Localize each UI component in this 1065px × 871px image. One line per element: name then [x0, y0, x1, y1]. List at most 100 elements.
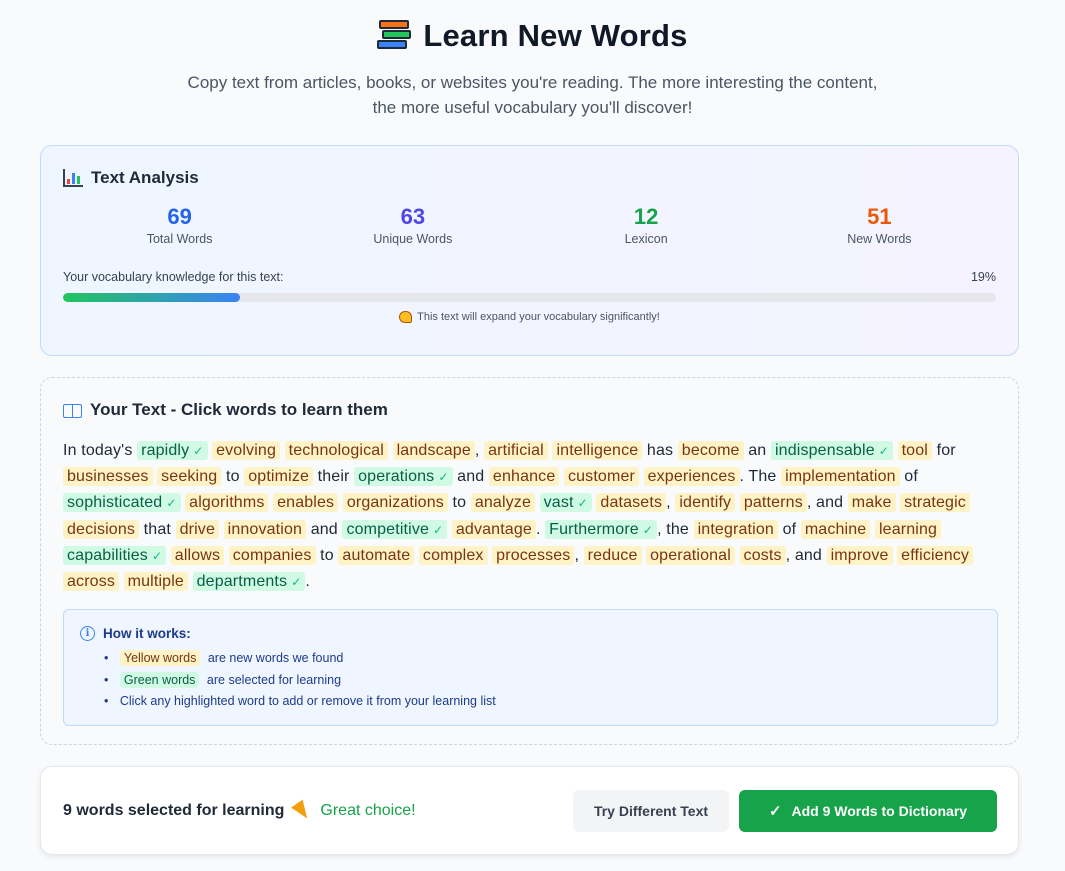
new-word[interactable]: processes — [492, 545, 575, 565]
new-word[interactable]: enables — [273, 493, 339, 513]
new-word[interactable]: experiences — [643, 467, 740, 487]
green-words-desc: are selected for learning — [206, 672, 342, 687]
word-text: evolving — [216, 442, 277, 459]
list-item: Yellow words are new words we found — [104, 648, 981, 670]
new-word[interactable]: costs — [739, 545, 786, 565]
word-text: learning — [878, 520, 938, 538]
word-text: improve — [830, 546, 889, 564]
new-word[interactable]: efficiency — [897, 545, 974, 565]
text-fragment: to — [225, 468, 240, 486]
new-word[interactable]: integration — [693, 519, 778, 539]
text-fragment: and — [457, 468, 485, 486]
new-word[interactable]: intelligence — [552, 441, 643, 460]
text-fragment: their — [317, 468, 350, 486]
word-text: algorithms — [189, 494, 265, 512]
selected-word[interactable]: sophisticated ✓ — [63, 493, 181, 513]
new-word[interactable]: customer — [563, 467, 639, 487]
word-text: allows — [174, 546, 221, 564]
party-popper-icon — [291, 799, 314, 822]
text-fragment: . — [535, 520, 541, 538]
stat-value: 69 — [167, 204, 192, 229]
great-choice-text: Great choice! — [320, 801, 416, 819]
new-word[interactable]: seeking — [157, 467, 222, 487]
new-word[interactable]: across — [63, 572, 120, 592]
new-word[interactable]: evolving — [212, 441, 281, 460]
new-word[interactable]: strategic — [900, 493, 970, 513]
new-word[interactable]: multiple — [123, 572, 188, 592]
new-word[interactable]: machine — [800, 519, 871, 539]
new-word[interactable]: innovation — [223, 519, 307, 539]
check-icon: ✓ — [878, 444, 889, 458]
word-text: artificial — [488, 442, 544, 459]
selected-word[interactable]: vast ✓ — [539, 493, 592, 513]
new-word[interactable]: organizations — [342, 493, 448, 513]
new-word[interactable]: technological — [284, 441, 388, 460]
try-different-text-button[interactable]: Try Different Text — [573, 789, 729, 832]
new-word[interactable]: improve — [826, 545, 893, 565]
how-it-works-list: Yellow words are new words we found Gree… — [80, 648, 981, 713]
selected-word[interactable]: rapidly ✓ — [137, 441, 208, 460]
new-word[interactable]: implementation — [781, 467, 900, 487]
stat-label: Unique Words — [373, 232, 453, 246]
new-word[interactable]: complex — [418, 545, 488, 565]
word-text: reduce — [587, 546, 638, 564]
selected-word[interactable]: indispensable ✓ — [770, 441, 893, 460]
selected-word[interactable]: operations ✓ — [354, 467, 453, 487]
page-header: Learn New Words Copy text from articles,… — [0, 0, 1065, 120]
word-text: companies — [232, 546, 312, 564]
yellow-words-chip: Yellow words — [119, 650, 201, 667]
page-title: Learn New Words — [423, 18, 688, 53]
word-text: organizations — [346, 494, 444, 512]
new-word[interactable]: companies — [228, 545, 316, 565]
new-word[interactable]: make — [847, 493, 896, 513]
selected-word[interactable]: capabilities ✓ — [63, 545, 167, 565]
new-word[interactable]: datasets — [596, 493, 667, 513]
check-icon: ✓ — [642, 522, 654, 537]
open-book-icon — [63, 403, 82, 418]
word-text: Furthermore — [549, 520, 639, 538]
selected-count: 9 words selected for learning — [63, 801, 285, 819]
word-text: implementation — [785, 468, 896, 486]
new-word[interactable]: patterns — [739, 493, 807, 513]
new-word[interactable]: decisions — [63, 519, 140, 539]
analysis-heading: Text Analysis — [63, 168, 996, 188]
word-text: make — [851, 494, 892, 512]
new-word[interactable]: enhance — [488, 467, 560, 487]
add-to-dictionary-button[interactable]: ✓ Add 9 Words to Dictionary — [739, 789, 997, 832]
selected-word[interactable]: departments ✓ — [192, 572, 306, 592]
new-word[interactable]: advantage — [451, 519, 536, 539]
text-fragment: has — [646, 442, 674, 459]
page-subtitle: Copy text from articles, books, or websi… — [187, 73, 878, 117]
analysis-title: Text Analysis — [91, 168, 199, 187]
new-word[interactable]: reduce — [583, 545, 642, 565]
new-word[interactable]: optimize — [244, 467, 314, 487]
word-text: innovation — [227, 520, 303, 538]
stat-label: New Words — [847, 232, 912, 246]
selected-word[interactable]: competitive ✓ — [342, 519, 448, 539]
word-text: complex — [422, 546, 484, 564]
text-fragment: an — [748, 442, 767, 459]
new-word[interactable]: analyze — [470, 493, 536, 513]
new-word[interactable]: algorithms — [185, 493, 269, 513]
selected-word[interactable]: Furthermore ✓ — [545, 519, 658, 539]
new-word[interactable]: landscape — [392, 441, 475, 460]
text-fragment: , — [474, 442, 480, 459]
new-word[interactable]: allows — [170, 545, 225, 565]
info-icon: i — [80, 626, 95, 642]
new-word[interactable]: artificial — [484, 441, 548, 460]
list-item: Click any highlighted word to add or rem… — [104, 691, 981, 713]
new-word[interactable]: identify — [675, 493, 736, 513]
word-text: analyze — [474, 494, 532, 512]
books-icon — [377, 19, 412, 53]
click-instruction: Click any highlighted word to add or rem… — [119, 694, 496, 709]
progress-percent: 19% — [970, 270, 996, 284]
new-word[interactable]: operational — [646, 545, 735, 565]
new-word[interactable]: tool — [897, 441, 932, 460]
new-word[interactable]: drive — [175, 519, 220, 539]
text-fragment: that — [143, 520, 171, 538]
new-word[interactable]: businesses — [63, 467, 153, 487]
new-word[interactable]: become — [677, 441, 744, 460]
new-word[interactable]: learning — [874, 519, 942, 539]
stat-new-words: 51 New Words — [763, 204, 996, 246]
new-word[interactable]: automate — [338, 545, 415, 565]
